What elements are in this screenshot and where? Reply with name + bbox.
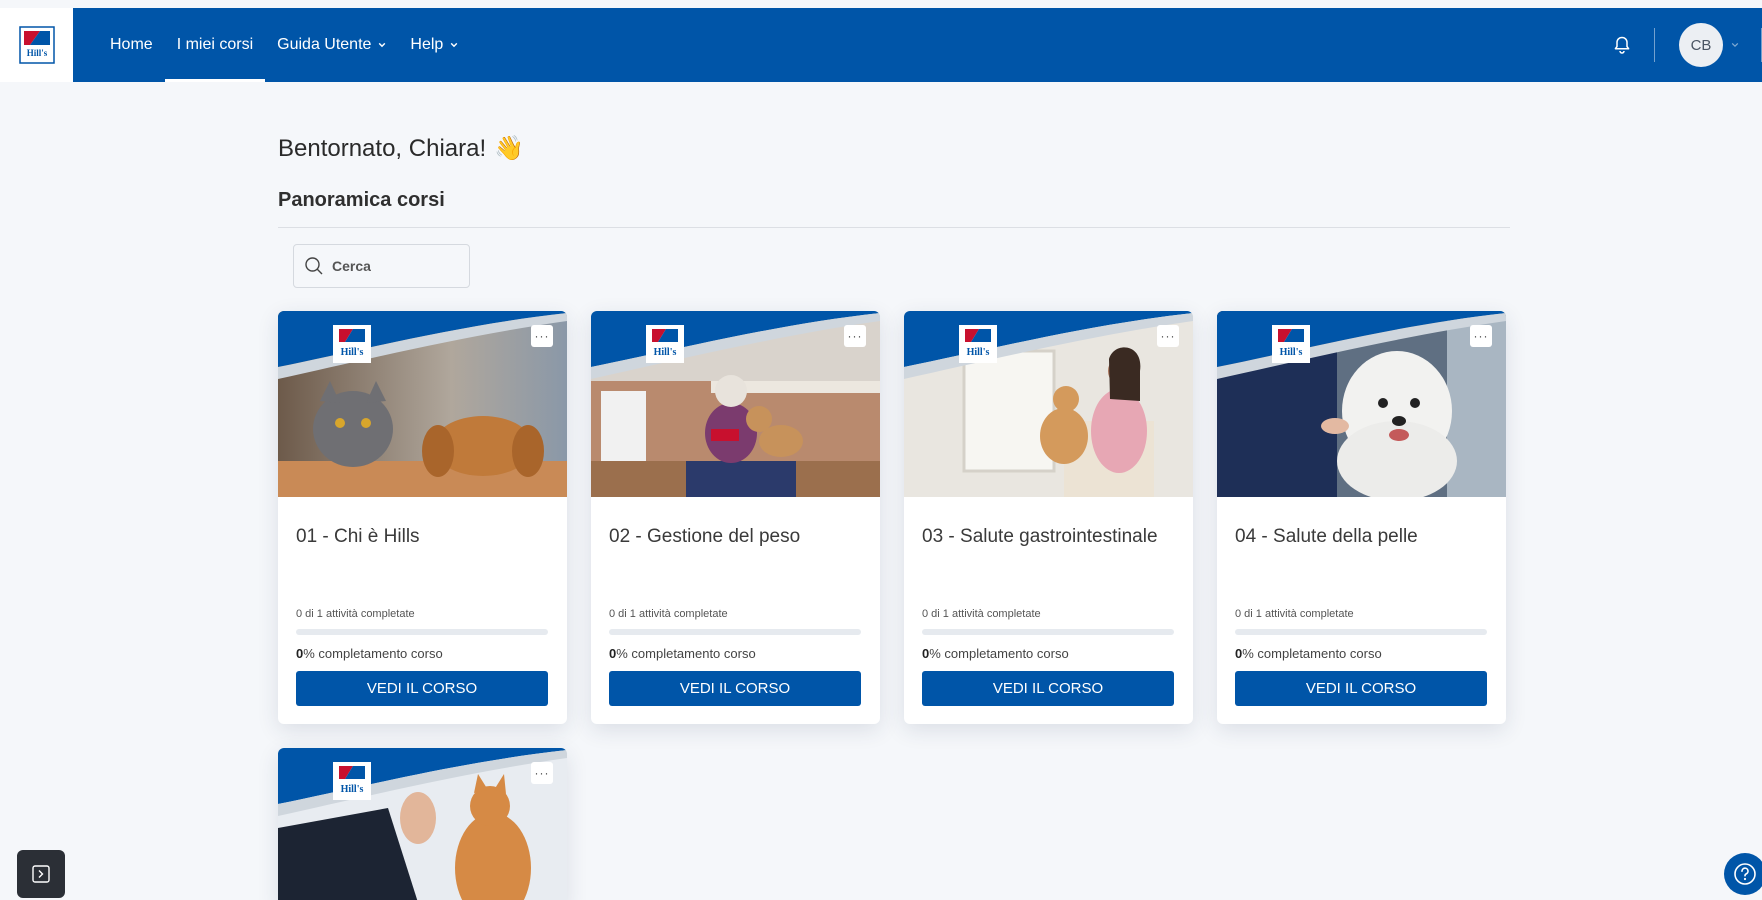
nav-i-miei-corsi-label: I miei corsi	[176, 36, 254, 53]
course-image[interactable]: Hill's ···	[1217, 311, 1506, 497]
nav-help-label: Help	[410, 36, 444, 53]
course-card: Hill's ··· 02 - Gestione del peso 0 di 1…	[591, 311, 880, 724]
nav-guida-utente-label: Guida Utente	[277, 36, 372, 53]
progress-bar	[609, 629, 861, 635]
logo-text: Hill's	[26, 48, 47, 58]
course-image[interactable]: Hill's ···	[278, 748, 567, 900]
chevron-down-icon	[379, 42, 386, 48]
notifications-button[interactable]	[1610, 33, 1634, 57]
course-title[interactable]: 03 - Salute gastrointestinale	[922, 523, 1175, 550]
search-input[interactable]	[332, 258, 462, 274]
question-mark-icon	[1734, 863, 1756, 885]
top-navbar: Hill's Home I miei corsi Guida Utente He…	[0, 8, 1762, 82]
hills-logo-icon: Hill's	[652, 329, 678, 358]
ellipsis-icon: ···	[1473, 329, 1489, 343]
greeting: Bentornato, Chiara! 👋	[278, 134, 524, 163]
completion-label: % completamento corso	[929, 646, 1069, 661]
course-image[interactable]: Hill's ···	[278, 311, 567, 497]
nav-guida-utente[interactable]: Guida Utente	[265, 8, 398, 82]
course-card: Hill's ··· 04 - Salute della pelle 0 di …	[1217, 311, 1506, 724]
drawer-toggle-button[interactable]	[17, 850, 65, 898]
drawer-open-icon	[32, 865, 50, 883]
chevron-down-icon	[451, 42, 458, 48]
nav-divider	[1654, 28, 1655, 62]
activities-completed: 0 di 1 attività completate	[609, 608, 728, 620]
completion-label: % completamento corso	[1242, 646, 1382, 661]
user-menu-chevron-icon[interactable]	[1731, 41, 1739, 49]
view-course-button[interactable]: VEDI IL CORSO	[1235, 671, 1487, 706]
nav-right: CB	[1610, 8, 1762, 82]
ellipsis-icon: ···	[534, 766, 550, 780]
course-title[interactable]: 04 - Salute della pelle	[1235, 523, 1488, 550]
course-card: Hill's ··· 01 - Chi è Hills 0 di 1 attiv…	[278, 311, 567, 724]
nav-home-label: Home	[110, 36, 153, 53]
course-image-vet-dog	[1217, 311, 1506, 497]
course-completion: 0% completamento corso	[296, 646, 443, 661]
ellipsis-icon: ···	[1160, 329, 1176, 343]
section-divider	[278, 227, 1510, 228]
hills-logo-icon: Hill's	[1278, 329, 1304, 358]
nav-home[interactable]: Home	[98, 8, 165, 82]
user-avatar[interactable]: CB	[1679, 23, 1723, 67]
hills-badge: Hill's	[959, 325, 997, 363]
waving-hand-icon: 👋	[494, 135, 525, 162]
card-menu-button[interactable]: ···	[844, 325, 866, 347]
card-menu-button[interactable]: ···	[531, 762, 553, 784]
progress-bar	[296, 629, 548, 635]
svg-text:Hill's: Hill's	[967, 347, 990, 358]
card-menu-button[interactable]: ···	[1470, 325, 1492, 347]
avatar-initials: CB	[1690, 36, 1712, 54]
search-icon	[305, 257, 323, 275]
card-menu-button[interactable]: ···	[1157, 325, 1179, 347]
course-image[interactable]: Hill's ···	[591, 311, 880, 497]
hills-logo-mark: Hill's	[18, 26, 55, 64]
course-image-woman-dog	[904, 311, 1193, 497]
course-card: Hill's ···	[278, 748, 567, 900]
hills-logo-icon: Hill's	[339, 766, 365, 795]
ellipsis-icon: ···	[534, 329, 550, 343]
section-title: Panoramica corsi	[278, 189, 445, 211]
course-image-cat-high-five	[278, 748, 567, 900]
nav-links: Home I miei corsi Guida Utente Help	[98, 8, 470, 82]
hills-logo[interactable]: Hill's	[0, 8, 73, 82]
svg-text:Hill's: Hill's	[341, 347, 364, 358]
completion-label: % completamento corso	[303, 646, 443, 661]
course-title[interactable]: 01 - Chi è Hills	[296, 523, 549, 550]
completion-label: % completamento corso	[616, 646, 756, 661]
course-completion: 0% completamento corso	[609, 646, 756, 661]
view-course-button[interactable]: VEDI IL CORSO	[296, 671, 548, 706]
ellipsis-icon: ···	[847, 329, 863, 343]
course-image-cats-dogs	[278, 311, 567, 497]
nav-help[interactable]: Help	[398, 8, 470, 82]
svg-text:Hill's: Hill's	[341, 784, 364, 795]
progress-bar	[1235, 629, 1487, 635]
hills-badge: Hill's	[333, 325, 371, 363]
bell-icon	[1614, 36, 1630, 54]
view-course-button[interactable]: VEDI IL CORSO	[922, 671, 1174, 706]
hills-logo-icon: Hill's	[339, 329, 365, 358]
search-box[interactable]	[293, 244, 470, 288]
nav-i-miei-corsi[interactable]: I miei corsi	[164, 8, 266, 82]
activities-completed: 0 di 1 attività completate	[1235, 608, 1354, 620]
view-course-button[interactable]: VEDI IL CORSO	[609, 671, 861, 706]
greeting-text: Bentornato, Chiara!	[278, 134, 487, 162]
course-title[interactable]: 02 - Gestione del peso	[609, 523, 862, 550]
card-menu-button[interactable]: ···	[531, 325, 553, 347]
hills-badge: Hill's	[333, 762, 371, 800]
activities-completed: 0 di 1 attività completate	[922, 608, 1041, 620]
course-image[interactable]: Hill's ···	[904, 311, 1193, 497]
course-image-kitchen-dog	[591, 311, 880, 497]
course-completion: 0% completamento corso	[922, 646, 1069, 661]
hills-badge: Hill's	[646, 325, 684, 363]
course-completion: 0% completamento corso	[1235, 646, 1382, 661]
help-button[interactable]	[1724, 853, 1762, 895]
course-card: Hill's ··· 03 - Salute gastrointestinale…	[904, 311, 1193, 724]
hills-badge: Hill's	[1272, 325, 1310, 363]
progress-bar	[922, 629, 1174, 635]
svg-text:Hill's: Hill's	[1280, 347, 1303, 358]
svg-text:Hill's: Hill's	[654, 347, 677, 358]
activities-completed: 0 di 1 attività completate	[296, 608, 415, 620]
hills-logo-icon: Hill's	[965, 329, 991, 358]
